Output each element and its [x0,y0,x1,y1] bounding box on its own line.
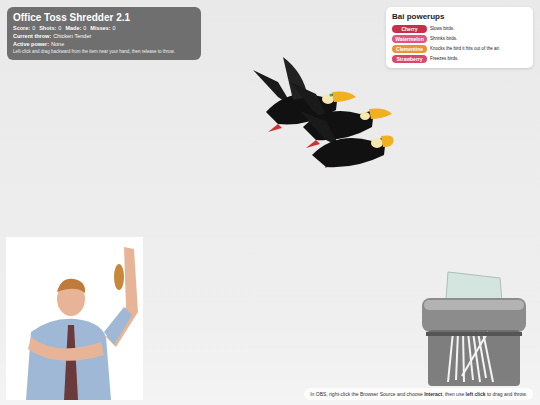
hint-text: left click [466,391,486,397]
stat-label: Shots: [39,25,56,32]
paper-shredder-icon [418,270,530,388]
stat-value: 0 [58,25,61,32]
hint-text: to drag and throw. [486,391,527,397]
hint-text: , then use [442,391,465,397]
powerup-row: CherrySlows birds. [392,25,527,33]
current-throw-row: Current throw:Chicken Tender [13,33,195,40]
game-canvas[interactable]: Office Toss Shredder 2.1Score:0Shots:0Ma… [0,0,540,405]
stat-value: 0 [113,25,116,32]
row-label: Active power: [13,41,49,48]
powerup-description: Shrinks birds. [430,36,457,41]
powerup-description: Slows birds. [430,26,454,31]
powerups-panel: Bai powerupsCherrySlows birds.Watermelon… [386,7,533,68]
powerup-description: Knocks the bird it hits out of the air. [430,46,500,51]
stat-label: Made: [65,25,81,32]
office-worker-icon [6,237,143,400]
powerups-title: Bai powerups [392,12,527,22]
hint-text: Interact [424,391,442,397]
powerup-row: ClementineKnocks the bird it hits out of… [392,45,527,53]
powerup-badge: Watermelon [392,35,427,43]
hud-hint: Left-click and drag backward from the it… [13,49,195,55]
active-power-row: Active power:None [13,41,195,48]
obs-hint: In OBS, right-click the Browser Source a… [304,388,533,400]
row-value: Chicken Tender [53,33,91,40]
stat-label: Score: [13,25,30,32]
stat-value: 0 [32,25,35,32]
hud-panel: Office Toss Shredder 2.1Score:0Shots:0Ma… [7,7,201,60]
stat: Shots:0 [39,25,61,32]
stats-row: Score:0Shots:0Made:0Misses:0 [13,25,195,32]
row-value: None [51,41,64,48]
hud-title: Office Toss Shredder 2.1 [13,12,195,24]
stat: Misses:0 [90,25,115,32]
player-photo [6,237,143,400]
powerup-description: Freezes birds. [430,56,459,61]
powerup-badge: Strawberry [392,55,427,63]
stat-value: 0 [83,25,86,32]
stat: Score:0 [13,25,35,32]
toucan-flock-icon[interactable] [248,52,394,168]
powerup-row: StrawberryFreezes birds. [392,55,527,63]
powerup-badge: Cherry [392,25,427,33]
powerup-row: WatermelonShrinks birds. [392,35,527,43]
hint-text: In OBS, right-click the Browser Source a… [310,391,424,397]
powerup-badge: Clementine [392,45,427,53]
row-label: Current throw: [13,33,51,40]
stat-label: Misses: [90,25,110,32]
stat: Made:0 [65,25,86,32]
